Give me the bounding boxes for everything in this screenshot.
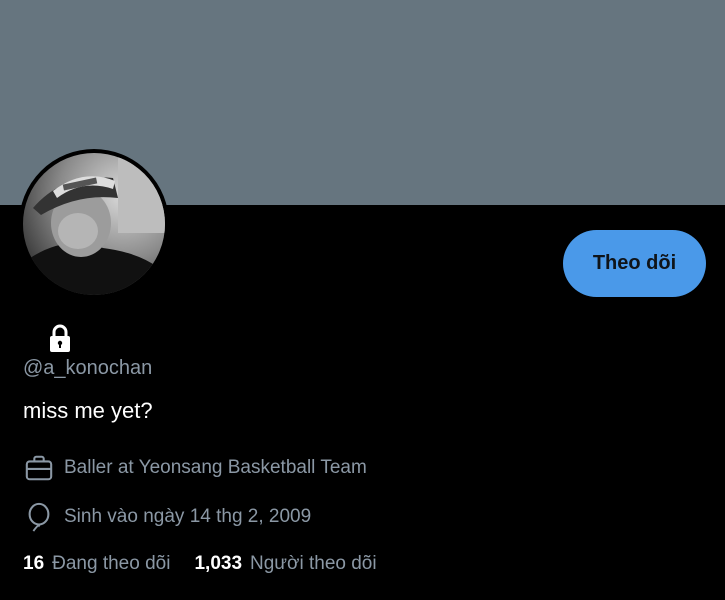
- profile-bio: miss me yet?: [23, 398, 153, 423]
- following-count[interactable]: 16: [23, 553, 44, 575]
- lock-icon: [44, 322, 76, 354]
- profile-birthday: Sinh vào ngày 14 thg 2, 2009: [23, 501, 311, 533]
- profile-birthday-text: Sinh vào ngày 14 thg 2, 2009: [64, 506, 312, 527]
- balloon-icon: [23, 501, 55, 533]
- profile-job-text: Baller at Yeonsang Basketball Team: [64, 457, 367, 478]
- briefcase-icon: [23, 452, 55, 484]
- followers-label[interactable]: Người theo dõi: [250, 553, 377, 575]
- profile-stats: 16 Đang theo dõi 1,033 Người theo dõi: [23, 553, 377, 575]
- following-label[interactable]: Đang theo dõi: [52, 553, 170, 575]
- avatar[interactable]: [19, 149, 169, 299]
- avatar-photo: [23, 153, 165, 295]
- profile-job: Baller at Yeonsang Basketball Team: [23, 452, 367, 484]
- followers-count[interactable]: 1,033: [194, 553, 242, 575]
- profile-handle: @a_konochan: [23, 357, 153, 379]
- follow-button[interactable]: Theo dõi: [563, 230, 706, 297]
